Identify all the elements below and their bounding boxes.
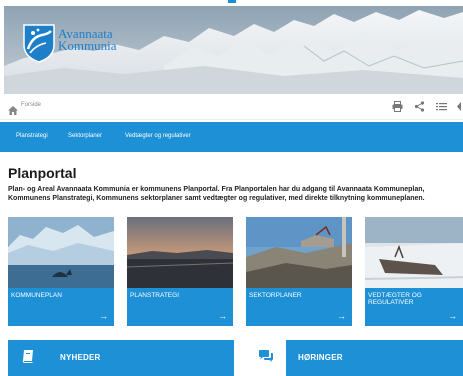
news-label: NYHEDER [60,353,101,362]
list-icon[interactable] [436,101,447,112]
chat-bubbles-icon [258,349,274,368]
card-image-icebergs [8,217,114,288]
nav-item-planstrategi[interactable]: Planstrategi [16,133,48,139]
news-tile[interactable]: NYHEDER [8,340,234,376]
card-kommuneplan[interactable]: KOMMUNEPLAN → [8,217,114,326]
share-icon[interactable] [414,101,425,112]
card-image-shipwreck [365,217,463,288]
card-sektorplaner[interactable]: SEKTORPLANER → [246,217,352,326]
intro-text: Plan- og Areal Avannaata Kommunia er kom… [8,186,425,202]
arrow-right-icon: → [218,311,227,321]
font-size-icon[interactable] [456,101,463,112]
nav-item-sektorplaner[interactable]: Sektorplaner [68,133,102,139]
book-icon-box [8,340,48,376]
hearings-label: HØRINGER [298,353,343,362]
main-nav: Planstrategi Sektorplaner Vedtægter og r… [0,122,463,152]
print-icon[interactable] [392,101,403,112]
page: Avannaata Kommunia Forside Planstrategi … [0,0,463,376]
arrow-right-icon: → [337,311,346,321]
home-icon[interactable] [8,102,18,115]
hearings-tile[interactable]: HØRINGER [246,340,463,376]
header-banner: Avannaata Kommunia [4,6,463,94]
card-image-sunset [127,217,233,288]
book-icon [21,349,35,368]
card-label: VEDTÆGTER OG REGULATIVER [368,292,422,306]
breadcrumb: Forside [0,94,463,120]
card-planstrategi[interactable]: PLANSTRATEGI → [127,217,233,326]
municipality-crest-icon[interactable] [22,23,56,63]
card-vedtaegter[interactable]: VEDTÆGTER OG REGULATIVER → [365,217,463,326]
card-label: SEKTORPLANER [249,292,302,299]
top-accent [228,0,236,3]
arrow-right-icon: → [448,311,457,321]
card-label: KOMMUNEPLAN [11,292,62,299]
logo-line-2: Kommunia [58,38,117,53]
page-title: Planportal [8,165,77,181]
card-image-harbour [246,217,352,288]
nav-item-vedtaegter[interactable]: Vedtægter og regulativer [125,133,191,139]
breadcrumb-home-link[interactable]: Forside [21,102,41,108]
card-label: PLANSTRATEGI [130,292,180,299]
arrow-right-icon: → [99,311,108,321]
municipality-name[interactable]: Avannaata Kommunia [58,27,117,53]
chat-icon-box [246,340,286,376]
